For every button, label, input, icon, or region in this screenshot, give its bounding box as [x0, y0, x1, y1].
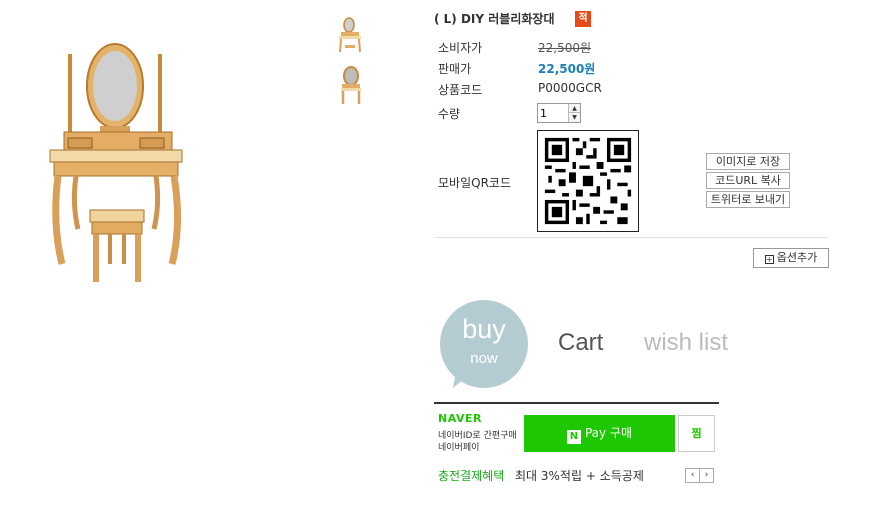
wish-list-button[interactable]: wish list: [644, 329, 728, 357]
jjim-button[interactable]: 찜: [678, 415, 715, 452]
copy-url-button[interactable]: 코드URL 복사: [706, 172, 790, 189]
naver-pay-box: NAVER 네이버ID로 간편구매 네이버페이 N Pay 구매 찜: [434, 402, 719, 458]
buy-now-label: now: [470, 350, 498, 367]
plus-box-icon: +: [764, 255, 774, 264]
promo-next-button[interactable]: ›: [699, 468, 714, 483]
naver-n-icon: N: [566, 430, 581, 444]
promo-highlight[interactable]: 충전결제혜택: [438, 467, 504, 484]
naver-logo: NAVER: [438, 412, 482, 425]
divider: [434, 237, 829, 238]
cart-button[interactable]: Cart: [558, 329, 603, 357]
send-twitter-button[interactable]: 트위터로 보내기: [706, 191, 790, 208]
naver-pay-label: Pay 구매: [584, 426, 633, 440]
product-code-label: 상품코드: [438, 83, 483, 97]
product-thumbnail[interactable]: [333, 12, 363, 54]
buy-now-button[interactable]: buy now: [440, 300, 528, 394]
product-thumbnail[interactable]: [336, 64, 366, 106]
product-main-image: [49, 43, 183, 282]
add-option-button[interactable]: + 옵션추가: [753, 248, 829, 268]
promo-prev-button[interactable]: ‹: [685, 468, 700, 483]
quantity-label: 수량: [438, 107, 461, 121]
reward-badge: 적: [575, 11, 591, 27]
product-title: ( L) DIY 러블리화장대: [434, 12, 555, 26]
sale-price: 22,500원: [538, 62, 596, 76]
qr-code-label: 모바일QR코드: [438, 176, 511, 190]
quantity-up-button[interactable]: ▲: [568, 104, 580, 113]
save-image-button[interactable]: 이미지로 저장: [706, 153, 790, 170]
quantity-input[interactable]: [538, 104, 568, 122]
naver-pay-button[interactable]: N Pay 구매: [524, 415, 675, 452]
sale-price-label: 판매가: [438, 62, 472, 76]
qr-code-image: [537, 130, 639, 232]
promo-text: 최대 3%적립 + 소득공제: [515, 469, 644, 483]
naver-pay-name: 네이버페이: [438, 443, 480, 453]
consumer-price-label: 소비자가: [438, 41, 483, 55]
quantity-stepper: ▲ ▼: [537, 103, 581, 123]
buy-label: buy: [462, 314, 506, 344]
consumer-price: 22,500원: [538, 41, 592, 55]
add-option-label: 옵션추가: [776, 251, 818, 264]
product-code: P0000GCR: [538, 81, 602, 95]
quantity-down-button[interactable]: ▼: [568, 113, 580, 122]
